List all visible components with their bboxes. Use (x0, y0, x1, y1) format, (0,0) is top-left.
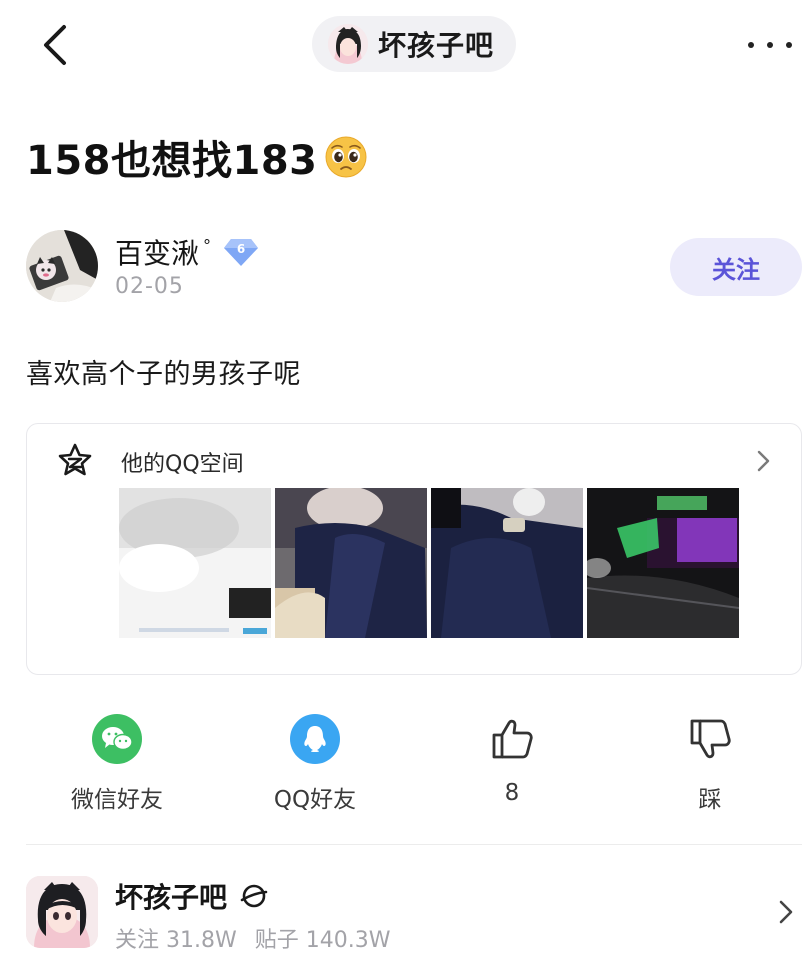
back-button[interactable] (30, 20, 80, 70)
author-name-row: 百变湫 ° 6 (115, 232, 259, 272)
more-button[interactable] (742, 28, 798, 62)
chevron-left-icon (44, 25, 66, 65)
chevron-right-icon (779, 900, 793, 924)
forum-stats: 关注 31.8W 贴子 140.3W (115, 922, 408, 954)
forum-card-name: 坏孩子吧 (115, 881, 228, 914)
qzone-photos (119, 488, 739, 638)
like-count: 8 (504, 780, 520, 806)
level-diamond-icon: 6 (224, 239, 259, 266)
qq-icon (290, 714, 340, 764)
share-qq-button[interactable]: QQ好友 (245, 714, 385, 814)
share-wechat-button[interactable]: 微信好友 (47, 714, 187, 814)
divider (26, 844, 802, 845)
pleading-face-emoji-icon (325, 136, 366, 178)
qzone-title: 他的QQ空间 (121, 452, 244, 477)
qzone-photo-2[interactable] (275, 488, 427, 638)
chevron-right-icon (757, 450, 770, 472)
author-name-suffix: ° (203, 235, 212, 255)
share-wechat-label: 微信好友 (71, 787, 163, 813)
dislike-button[interactable]: 踩 (640, 714, 780, 814)
share-bar: 微信好友 QQ好友 8 踩 (0, 714, 811, 814)
forum-card[interactable]: 坏孩子吧 关注 31.8W 贴子 140.3W (0, 860, 811, 960)
share-qq-label: QQ好友 (273, 787, 357, 813)
forum-avatar (26, 876, 98, 948)
wechat-icon (92, 714, 142, 764)
level-number: 6 (237, 242, 245, 256)
post-title: 158也想找183 (26, 128, 368, 186)
forum-followers: 关注 31.8W (115, 928, 237, 953)
qzone-star-icon (58, 443, 92, 476)
qzone-photo-3[interactable] (431, 488, 583, 638)
qzone-photo-1[interactable] (119, 488, 271, 638)
forum-posts: 贴子 140.3W (254, 928, 391, 953)
planet-icon (240, 884, 268, 908)
post-date: 02-05 (115, 274, 184, 299)
qzone-card[interactable]: 他的QQ空间 (26, 423, 802, 675)
like-button[interactable]: 8 (442, 714, 582, 806)
post-title-text: 158也想找183 (26, 138, 318, 184)
forum-name: 坏孩子吧 (378, 29, 495, 62)
qzone-photo-4[interactable] (587, 488, 739, 638)
top-bar: 坏孩子吧 (0, 0, 811, 90)
thumbs-up-icon (487, 714, 537, 764)
post-body: 喜欢高个子的男孩子呢 (26, 359, 301, 390)
follow-button[interactable]: 关注 (670, 238, 802, 296)
forum-pill[interactable]: 坏孩子吧 (312, 16, 516, 72)
forum-name-row: 坏孩子吧 (115, 876, 269, 916)
thumbs-down-icon (685, 714, 735, 764)
author-name[interactable]: 百变湫 (115, 232, 199, 272)
forum-avatar-small (328, 24, 368, 64)
more-dots-icon (748, 42, 754, 48)
dislike-label: 踩 (698, 787, 722, 813)
author-avatar[interactable] (26, 230, 98, 302)
